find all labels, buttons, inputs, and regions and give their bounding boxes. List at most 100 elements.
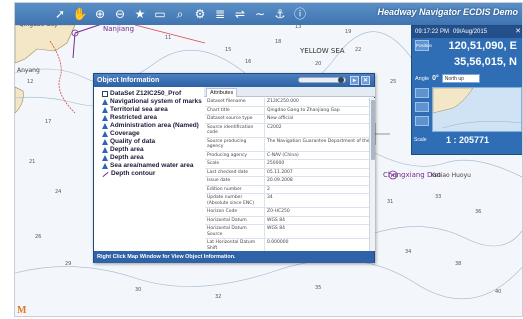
tree-item[interactable]: Depth area (102, 154, 204, 162)
angle-value: 0° (432, 75, 439, 82)
app-title: Headway Navigator ECDIS Demo (377, 7, 518, 17)
attribute-key: Edition number (205, 185, 265, 193)
table-row[interactable]: Update number (Absolute since ENC) 34 (205, 194, 369, 208)
window-title: Object Information ▸ ✕ (94, 74, 374, 87)
table-row[interactable]: Dataset filename Z12IC250.000 (205, 98, 369, 107)
attribute-table: Dataset filename Z12IC250.000 Chart title Q… (205, 98, 369, 251)
settings-icon[interactable]: ⚙ (191, 5, 209, 23)
orientation-select[interactable]: North up (441, 74, 480, 83)
chart-overview-map[interactable] (432, 87, 522, 132)
attribute-key: Source identification code (205, 123, 265, 137)
pointer-icon[interactable]: ➚ (51, 5, 69, 23)
scrollbar-thumb[interactable] (371, 100, 375, 160)
area-feature-icon (102, 123, 108, 129)
attribute-key: Scale (205, 160, 265, 168)
attribute-value: 0.000000 (267, 240, 289, 245)
attribute-value: C2002 (267, 124, 282, 130)
tree-item-label: Navigational system of marks (110, 98, 202, 105)
panel-tool-button[interactable] (415, 88, 429, 98)
angle-row: Angle 0° North up (412, 72, 522, 85)
transparency-slider[interactable] (298, 77, 346, 83)
panel-tool-button[interactable] (415, 102, 429, 112)
table-row[interactable]: Source identification code C2002 (205, 123, 369, 138)
tree-item[interactable]: Sea area/named water area (102, 162, 204, 170)
object-tree: DataSet Z12IC250_Prof Navigational system… (94, 87, 204, 252)
table-row[interactable]: Lat Horizontal Datum Shift 0.000000 (205, 239, 369, 251)
svg-text:21: 21 (29, 159, 35, 165)
table-row[interactable]: Horizontal Datum WGS 84 (205, 216, 369, 225)
tree-item-label: Sea area/named water area (110, 162, 194, 169)
attribute-value: WGS 84 (267, 226, 285, 231)
tree-item-label: Depth area (110, 154, 144, 161)
zoom-out-icon[interactable]: ⊖ (111, 5, 129, 23)
svg-text:25: 25 (390, 79, 396, 85)
ruler-icon[interactable]: ∼ (251, 5, 269, 23)
latitude-value: 35,56,015, N (454, 56, 517, 68)
attribute-scrollbar[interactable] (369, 98, 375, 251)
tree-item[interactable]: Administration area (Named) (102, 122, 204, 130)
attribute-value: WGS 84 (267, 217, 285, 223)
attribute-value: 05.11.2007 (267, 169, 293, 175)
route-icon[interactable]: ⇌ (231, 5, 249, 23)
attribute-value: Z0-HC250 (267, 209, 290, 214)
attribute-key: Lat Horizontal Datum Shift (205, 239, 265, 251)
tab-attributes[interactable]: Attributes (206, 88, 238, 97)
map-label-small: Anyang (17, 67, 40, 74)
table-row[interactable]: Chart title Qingdao Gang to Zhanjiang Gap (205, 106, 369, 115)
tab-bar: Attributes (204, 87, 375, 97)
area-feature-icon (102, 147, 108, 153)
tree-item[interactable]: Navigational system of marks (102, 98, 204, 106)
tree-item[interactable]: Restricted area (102, 114, 204, 122)
anchor-icon[interactable]: ⚓ (271, 5, 289, 23)
area-feature-icon (102, 99, 108, 105)
tree-item[interactable]: Coverage (102, 130, 204, 138)
tree-item-label: Coverage (110, 130, 140, 137)
rectangle-zoom-icon[interactable]: ▭ (151, 5, 169, 23)
time-readout: 09:17:22 PM (415, 29, 450, 35)
svg-text:22: 22 (355, 47, 361, 53)
attribute-key: Last checked date (205, 168, 265, 176)
svg-text:31: 31 (387, 199, 393, 205)
table-row[interactable]: Horizon Code Z0-HC250 (205, 208, 369, 217)
tree-item[interactable]: Quality of data (102, 138, 204, 146)
attribute-key: Dataset source type (205, 115, 265, 123)
area-feature-icon (102, 163, 108, 169)
overview-graphics (433, 88, 521, 129)
table-row[interactable]: Last checked date 05.11.2007 (205, 168, 369, 177)
table-row[interactable]: Scale 250000 (205, 160, 369, 169)
table-row[interactable]: Producing agency C-NAV (China) (205, 151, 369, 160)
pan-icon[interactable]: ✋ (71, 5, 89, 23)
close-icon[interactable]: ✕ (361, 76, 370, 85)
attribute-value: The Navigation Guarantee Department of t… (267, 138, 369, 144)
position-tag: Position (415, 40, 432, 51)
tree-item-label: Quality of data (110, 138, 156, 145)
table-row[interactable]: Issue date 20.09.2008 (205, 177, 369, 186)
svg-text:26: 26 (35, 234, 41, 240)
tree-item[interactable]: Depth area (102, 146, 204, 154)
table-row[interactable]: Horizontal Datum Source WGS 84 (205, 225, 369, 239)
attribute-key: Horizon Code (205, 208, 265, 216)
info-icon[interactable]: ⓘ (291, 5, 309, 23)
panel-tool-button[interactable] (415, 116, 429, 126)
svg-text:19: 19 (345, 29, 351, 35)
zoom-in-icon[interactable]: ⊕ (91, 5, 109, 23)
tree-item[interactable]: Territorial sea area (102, 106, 204, 114)
table-row[interactable]: Dataset source type New official (205, 115, 369, 124)
close-icon[interactable]: ✕ (513, 26, 522, 38)
bookmark-icon[interactable]: ★ (131, 5, 149, 23)
tree-item[interactable]: DataSet Z12IC250_Prof (102, 90, 204, 98)
latitude-row: 35,56,015, N (412, 54, 522, 70)
attribute-value: 2 (267, 186, 270, 192)
svg-text:36: 36 (475, 209, 481, 215)
pin-icon[interactable]: ▸ (350, 76, 359, 85)
dataset-icon (102, 91, 108, 97)
tree-item-label: Territorial sea area (110, 106, 168, 113)
svg-text:17: 17 (45, 119, 51, 125)
search-icon[interactable]: ⌕ (171, 5, 189, 23)
svg-text:15: 15 (225, 47, 231, 53)
slider-knob[interactable] (338, 77, 344, 83)
tree-item[interactable]: Depth contour (102, 170, 204, 178)
layers-icon[interactable]: ≣ (211, 5, 229, 23)
table-row[interactable]: Source producing agency The Navigation Gu… (205, 137, 369, 152)
table-row[interactable]: Edition number 2 (205, 185, 369, 194)
